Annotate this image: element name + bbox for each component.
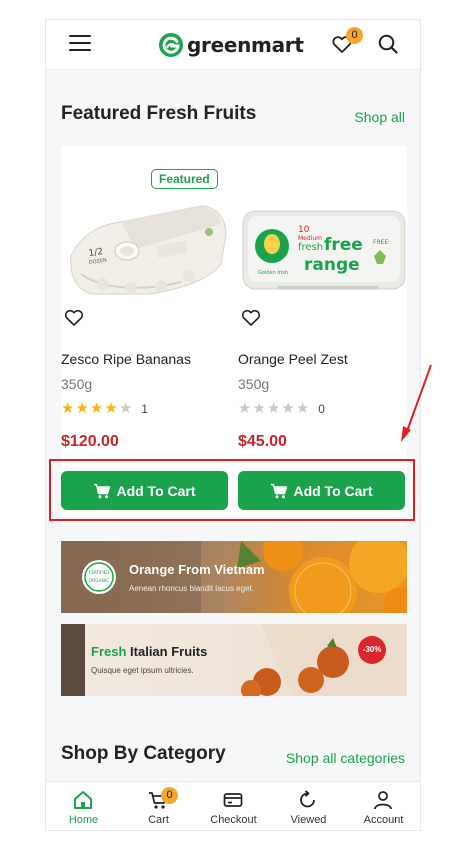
bottom-navigation: Home 0 Cart Checkout Viewed Account — [46, 781, 420, 830]
box-text-2: Medium — [298, 235, 322, 242]
box-text-4: free — [324, 235, 363, 255]
certified-seal-icon: CERTIFIED ORGANIC — [82, 560, 116, 594]
annotation-arrow-icon — [401, 364, 432, 442]
user-icon — [374, 791, 392, 810]
rating-stars: ★ ★ ★ ★ ★ 0 — [238, 401, 325, 417]
nav-account[interactable]: Account — [346, 782, 420, 830]
nav-home-label: Home — [68, 814, 99, 826]
banner-title-accent: Fresh — [91, 644, 127, 659]
cart-count-badge: 0 — [161, 787, 178, 804]
wishlist-count-badge: 0 — [346, 27, 363, 44]
star-icon: ★ — [252, 400, 266, 417]
product-name[interactable]: Orange Peel Zest — [238, 351, 348, 367]
logo-mark-icon — [159, 33, 183, 57]
product-weight: 350g — [238, 376, 270, 392]
box-text-5: range — [304, 255, 360, 275]
box-text-3: fresh — [298, 242, 323, 253]
seal-text-2: ORGANIC — [88, 578, 109, 584]
banner-subtitle: Aenean rhoncus blandit lacus eget. — [129, 584, 254, 593]
annotation-highlight-box — [49, 459, 415, 521]
rating-count: 0 — [318, 402, 325, 416]
banner-title: Fresh Italian Fruits — [91, 644, 207, 659]
home-icon — [74, 791, 92, 809]
product-price: $45.00 — [238, 433, 287, 450]
nav-account-label: Account — [363, 814, 404, 826]
heart-icon[interactable] — [240, 306, 262, 328]
star-icon: ★ — [89, 400, 104, 417]
star-icon: ★ — [238, 400, 252, 417]
star-icon: ★ — [295, 400, 310, 417]
nav-cart-label: Cart — [148, 814, 169, 826]
product-weight: 350g — [61, 376, 93, 392]
menu-icon[interactable] — [69, 34, 91, 52]
banner-title-rest: Italian Fruits — [130, 644, 208, 659]
box-text-7: FREE — [373, 239, 388, 246]
heart-icon[interactable] — [63, 306, 85, 328]
nav-viewed[interactable]: Viewed — [271, 782, 346, 830]
product-name[interactable]: Zesco Ripe Bananas — [61, 351, 191, 367]
shop-all-categories-link[interactable]: Shop all categories — [286, 750, 405, 766]
carton-text-1: 1/2 — [88, 247, 104, 259]
star-icon: ★ — [118, 400, 133, 417]
product-image-egg-carton[interactable]: 1/2 DOZEN — [61, 194, 231, 304]
nav-cart[interactable]: 0 Cart — [121, 782, 196, 830]
featured-badge: Featured — [151, 169, 218, 189]
search-icon — [378, 34, 398, 54]
banner-italian-fruits[interactable]: Fresh Italian Fruits Quisque eget ipsum … — [61, 624, 407, 696]
box-text-1: 10 — [298, 225, 310, 235]
nav-checkout-label: Checkout — [210, 814, 257, 826]
logo-text: greenmart — [187, 33, 304, 57]
logo[interactable]: greenmart — [158, 31, 304, 59]
rating-stars: ★ ★ ★ ★ ★ 1 — [61, 401, 148, 417]
product-price: $120.00 — [61, 433, 119, 450]
star-icon: ★ — [266, 400, 281, 417]
nav-checkout[interactable]: Checkout — [196, 782, 271, 830]
featured-section-title: Featured Fresh Fruits — [61, 103, 257, 124]
box-text-6: Golden Irish — [258, 270, 288, 276]
nav-home[interactable]: Home — [46, 782, 121, 830]
nav-viewed-label: Viewed — [290, 814, 327, 826]
search-button[interactable] — [377, 33, 401, 57]
shop-all-link[interactable]: Shop all — [354, 109, 405, 125]
top-header: greenmart 0 — [46, 20, 420, 70]
rating-count: 1 — [141, 402, 148, 416]
product-image-egg-box[interactable]: 10 Medium fresh free range Golden Irish … — [238, 194, 408, 304]
star-icon: ★ — [75, 400, 89, 417]
banner-orange-vietnam[interactable]: CERTIFIED ORGANIC Orange From Vietnam Ae… — [61, 541, 407, 613]
discount-badge: -30% — [358, 636, 386, 664]
banner-title: Orange From Vietnam — [129, 562, 265, 577]
banner-subtitle: Quisque eget ipsum ultricies. — [91, 666, 194, 675]
category-section-title: Shop By Category — [61, 743, 226, 764]
wishlist-button[interactable]: 0 — [330, 27, 363, 58]
card-icon — [223, 793, 243, 807]
app-frame: greenmart 0 Featured Fresh Fruits Shop a… — [45, 19, 421, 831]
star-icon: ★ — [104, 400, 118, 417]
star-icon: ★ — [61, 400, 75, 417]
star-icon: ★ — [281, 400, 295, 417]
refresh-icon — [300, 790, 315, 808]
seal-text-1: CERTIFIED — [89, 570, 110, 575]
italian-fruits-image — [61, 624, 407, 696]
